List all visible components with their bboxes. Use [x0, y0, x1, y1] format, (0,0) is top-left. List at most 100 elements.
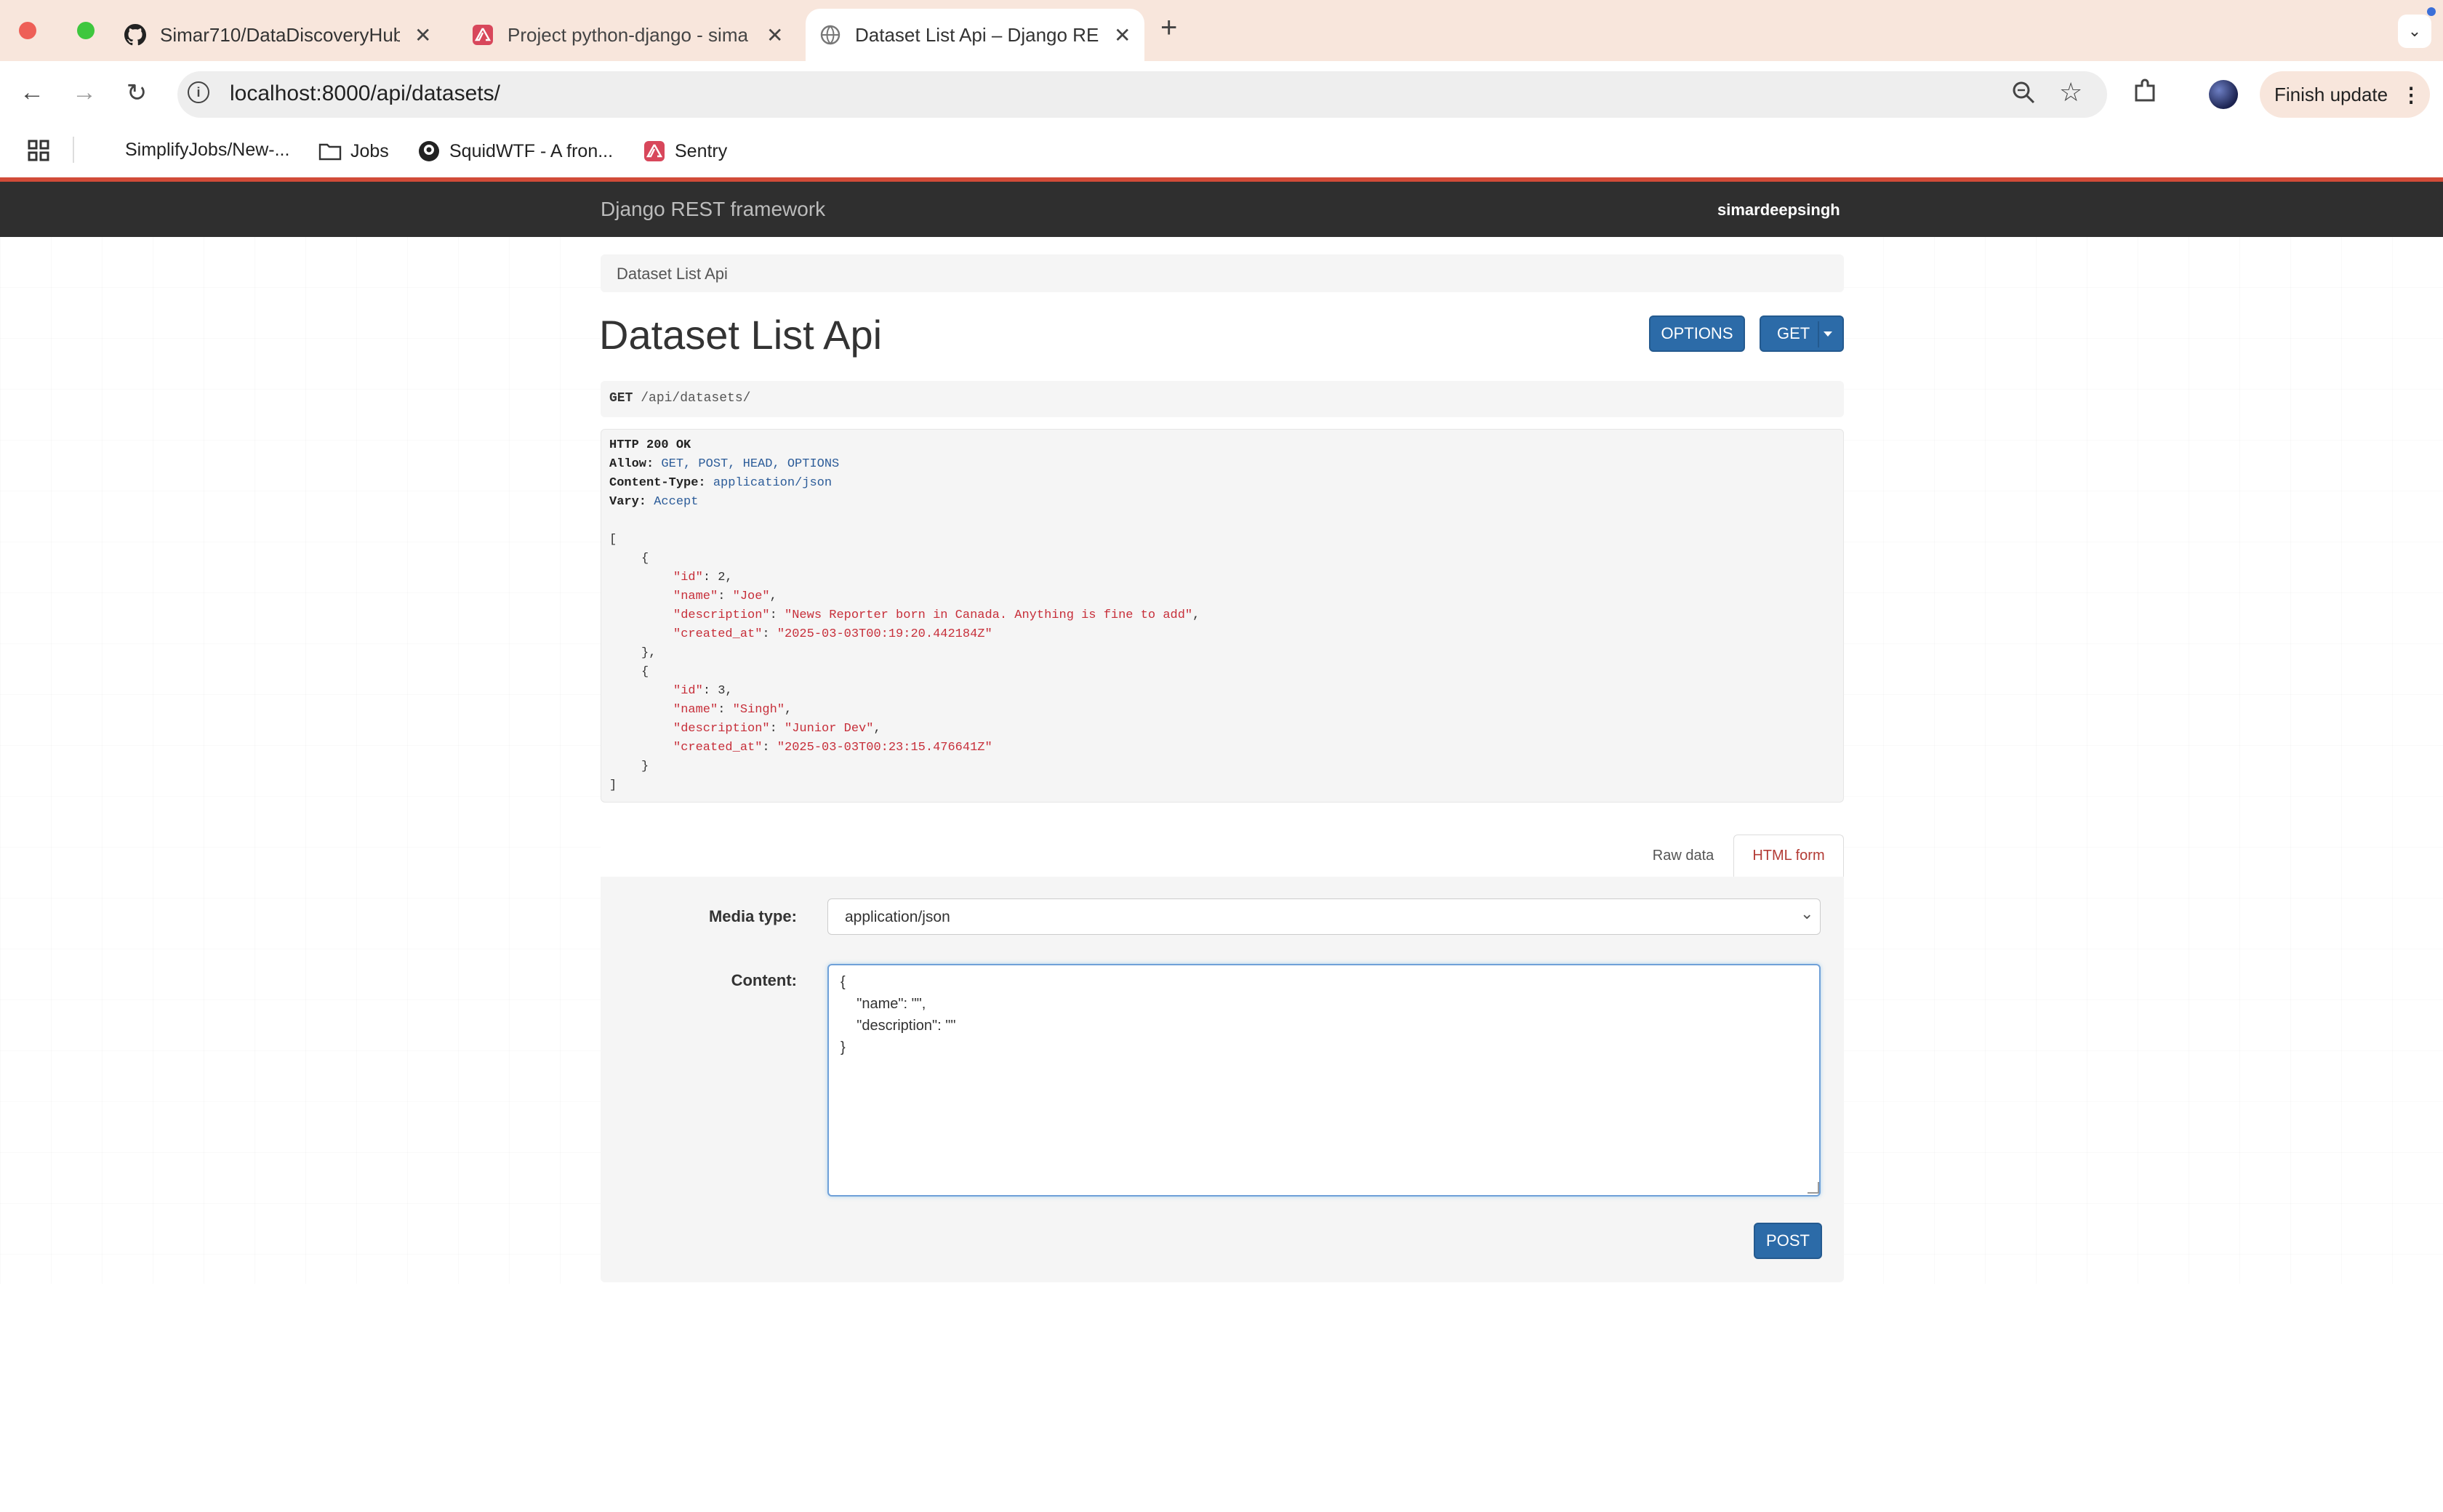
post-button[interactable]: POST — [1754, 1223, 1822, 1259]
tab-html-form[interactable]: HTML form — [1733, 835, 1844, 877]
close-window-button[interactable] — [19, 22, 36, 39]
get-label: GET — [1777, 324, 1810, 342]
button-divider — [1818, 321, 1819, 347]
close-tab-icon[interactable]: ✕ — [766, 23, 783, 47]
content-line: { — [841, 974, 846, 990]
folder-icon — [318, 140, 342, 163]
header-value: application/json — [713, 476, 833, 490]
zoom-icon[interactable] — [2011, 80, 2036, 108]
user-menu[interactable]: simardeepsingh — [1717, 201, 1840, 220]
json-bracket: [ — [609, 533, 617, 547]
json-brace: }, — [641, 646, 657, 660]
json-line: "created_at": "2025-03-03T00:19:20.44218… — [673, 627, 992, 641]
back-icon[interactable]: ← — [16, 79, 48, 107]
item-created-at: "2025-03-03T00:23:15.476641Z" — [777, 741, 992, 755]
forward-icon[interactable]: → — [68, 79, 100, 107]
apps-grid-icon[interactable] — [28, 140, 49, 165]
profile-avatar[interactable] — [2209, 80, 2238, 109]
tab-title: Simar710/DataDiscoveryHub — [160, 23, 400, 46]
json-line: "created_at": "2025-03-03T00:23:15.47664… — [673, 741, 992, 755]
bookmark-simplifyjobs[interactable]: SimplifyJobs/New-... — [125, 140, 289, 161]
maximize-window-button[interactable] — [77, 22, 95, 39]
item-id: 3 — [718, 684, 726, 698]
media-type-label: Media type: — [708, 907, 797, 925]
tab-title: Dataset List Api – Django RES — [855, 23, 1099, 46]
request-line: GET /api/datasets/ — [609, 391, 750, 406]
new-tab-button[interactable]: + — [1160, 12, 1177, 44]
bookmark-jobs[interactable]: Jobs — [318, 140, 389, 163]
header-value: GET, POST, HEAD, OPTIONS — [661, 457, 840, 471]
globe-icon — [819, 23, 842, 47]
tab-sentry-project[interactable]: Project python-django - sima ✕ — [471, 9, 791, 61]
reload-icon[interactable]: ↻ — [121, 79, 153, 108]
media-type-select[interactable] — [827, 898, 1821, 935]
header-key: Content-Type: — [609, 476, 706, 490]
close-tab-icon[interactable]: ✕ — [414, 23, 431, 47]
item-name: "Singh" — [732, 703, 785, 717]
site-info-icon[interactable]: i — [188, 81, 209, 103]
finish-update-label: Finish update — [2274, 83, 2388, 105]
brand-link[interactable]: Django REST framework — [601, 198, 825, 221]
json-line: "id": 2, — [673, 571, 733, 584]
tab-raw-data[interactable]: Raw data — [1634, 835, 1732, 877]
json-brace: { — [641, 665, 649, 679]
address-url[interactable]: localhost:8000/api/datasets/ — [230, 81, 500, 106]
sentry-icon — [471, 23, 494, 47]
bookmark-squidwtf[interactable]: SquidWTF - A fron... — [417, 140, 613, 163]
caret-down-icon[interactable] — [1824, 331, 1832, 337]
get-button[interactable]: GET — [1760, 315, 1844, 352]
close-tab-icon[interactable]: ✕ — [1114, 23, 1131, 47]
content-text[interactable]: { "name": "", "description": "" } — [841, 971, 955, 1058]
header-key: Allow: — [609, 457, 654, 471]
bookmark-label: SimplifyJobs/New-... — [125, 140, 290, 160]
tab-github[interactable]: Simar710/DataDiscoveryHub ✕ — [124, 9, 444, 61]
content-label: Content: — [731, 971, 797, 989]
chevron-down-icon: ⌄ — [2407, 22, 2422, 40]
resize-handle-icon[interactable] — [1808, 1182, 1819, 1194]
options-button[interactable]: OPTIONS — [1649, 315, 1745, 352]
notification-dot — [2427, 7, 2436, 16]
tab-dataset-list-api[interactable]: Dataset List Api – Django RES ✕ — [806, 9, 1144, 61]
json-line: "name": "Singh", — [673, 703, 793, 717]
json-brace: { — [641, 552, 649, 566]
navbar — [0, 182, 2443, 237]
bookmark-label: Jobs — [350, 140, 389, 161]
json-line: "description": "News Reporter born in Ca… — [673, 608, 1200, 622]
header-value: Accept — [654, 495, 699, 509]
bookmark-sentry[interactable]: Sentry — [643, 140, 727, 163]
json-line: "name": "Joe", — [673, 590, 777, 603]
breadcrumb — [601, 254, 1844, 292]
squid-icon — [417, 140, 441, 163]
content-line: } — [841, 1040, 846, 1055]
more-menu-icon[interactable]: ⋮ — [2401, 83, 2421, 107]
sentry-icon — [643, 140, 666, 163]
github-icon — [124, 23, 147, 47]
tab-search-button[interactable]: ⌄ — [2398, 15, 2431, 48]
json-brace: } — [641, 760, 649, 773]
content-line: "name": "", — [841, 996, 926, 1012]
json-line: "description": "Junior Dev", — [673, 722, 881, 736]
page-title: Dataset List Api — [599, 312, 883, 358]
finish-update-button[interactable]: Finish update ⋮ — [2260, 71, 2430, 118]
json-line: "id": 3, — [673, 684, 733, 698]
item-description: "News Reporter born in Canada. Anything … — [785, 608, 1193, 622]
content-textarea[interactable] — [827, 964, 1821, 1197]
extensions-icon[interactable] — [2132, 79, 2158, 108]
header-key: Vary: — [609, 495, 647, 509]
chevron-down-icon[interactable]: ⌄ — [1800, 904, 1813, 923]
media-type-value: application/json — [845, 909, 950, 925]
breadcrumb-item[interactable]: Dataset List Api — [617, 265, 728, 284]
tab-title: Project python-django - sima — [508, 23, 748, 46]
request-path: /api/datasets/ — [641, 391, 751, 406]
bookmark-star-icon[interactable]: ☆ — [2059, 77, 2082, 108]
response-headers: HTTP 200 OK Allow: GET, POST, HEAD, OPTI… — [609, 436, 839, 512]
bookmark-label: Sentry — [675, 140, 728, 161]
item-name: "Joe" — [732, 590, 770, 603]
content-line: "description": "" — [841, 1018, 956, 1034]
json-bracket: ] — [609, 779, 617, 792]
request-method: GET — [609, 391, 633, 406]
item-description: "Junior Dev" — [785, 722, 874, 736]
bookmarks-divider — [73, 137, 74, 163]
item-created-at: "2025-03-03T00:19:20.442184Z" — [777, 627, 992, 641]
request-info — [601, 381, 1844, 417]
